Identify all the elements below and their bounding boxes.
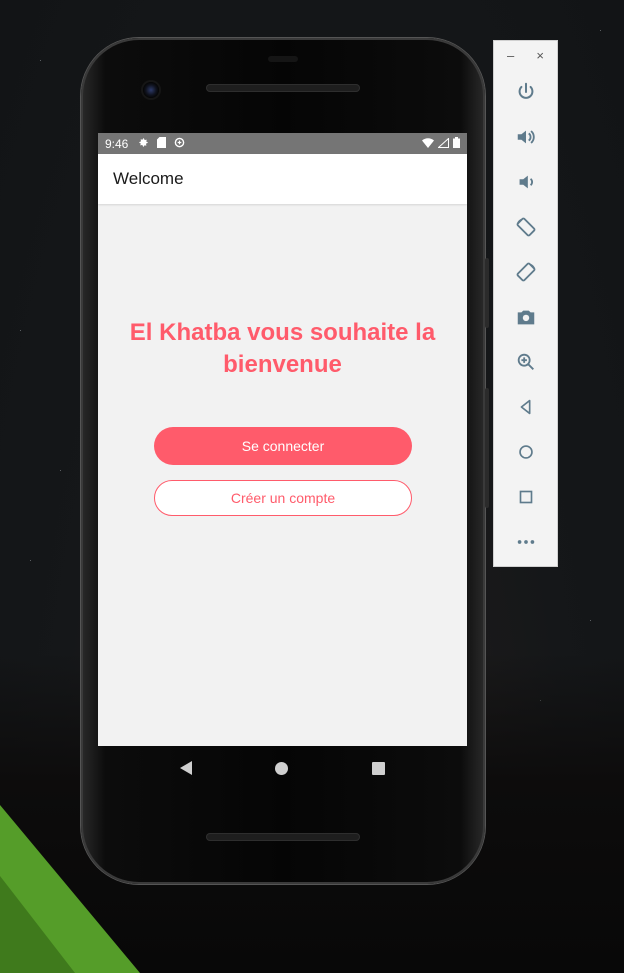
status-bar: 9:46 — [98, 133, 467, 154]
signal-icon — [437, 136, 449, 151]
welcome-content: El Khatba vous souhaite la bienvenue Se … — [98, 204, 467, 746]
back-icon — [520, 399, 530, 415]
app-bar-title: Welcome — [113, 169, 184, 188]
camera-icon — [517, 310, 534, 325]
phone-frame: 9:46 Welcome El Khatba vous souhaite la … — [81, 38, 489, 884]
create-account-button[interactable]: Créer un compte — [154, 480, 412, 516]
app-bar: Welcome — [98, 154, 467, 204]
back-button[interactable] — [494, 392, 557, 422]
overview-icon — [519, 490, 532, 504]
sd-card-icon — [157, 136, 167, 151]
power-button[interactable] — [494, 77, 557, 107]
phone-side-button — [485, 258, 489, 328]
more-button[interactable] — [494, 527, 557, 557]
welcome-message: El Khatba vous souhaite la bienvenue — [129, 319, 436, 378]
screenshot-button[interactable] — [494, 302, 557, 332]
home-icon — [518, 445, 533, 459]
android-nav-bar — [98, 746, 467, 790]
status-time: 9:46 — [105, 136, 129, 151]
zoom-icon — [517, 353, 534, 370]
rotate-right-icon — [516, 262, 535, 282]
wifi-icon — [422, 137, 434, 151]
data-saver-icon — [174, 137, 185, 151]
volume-down-icon — [519, 175, 533, 189]
volume-up-icon — [517, 130, 535, 144]
power-icon — [518, 82, 533, 99]
volume-down-button[interactable] — [494, 167, 557, 197]
front-camera — [143, 82, 159, 98]
home-icon[interactable] — [275, 761, 289, 775]
rotate-left-button[interactable] — [494, 212, 557, 242]
bottom-speaker — [206, 833, 360, 841]
phone-screen: 9:46 Welcome El Khatba vous souhaite la … — [98, 133, 467, 746]
volume-up-button[interactable] — [494, 122, 557, 152]
home-button[interactable] — [494, 437, 557, 467]
top-speaker — [206, 84, 360, 92]
more-icon — [517, 540, 534, 544]
settings-icon — [138, 137, 149, 151]
login-button[interactable]: Se connecter — [154, 427, 412, 465]
zoom-button[interactable] — [494, 347, 557, 377]
overview-button[interactable] — [494, 482, 557, 512]
battery-icon — [453, 136, 460, 151]
overview-icon[interactable] — [372, 761, 386, 775]
rotate-right-button[interactable] — [494, 257, 557, 287]
emulator-toolbar: – × — [493, 40, 558, 567]
rotate-left-icon — [516, 217, 535, 237]
close-button[interactable]: × — [536, 48, 544, 70]
phone-volume-button — [485, 388, 489, 508]
back-icon[interactable] — [179, 761, 192, 775]
minimize-button[interactable]: – — [507, 48, 514, 70]
